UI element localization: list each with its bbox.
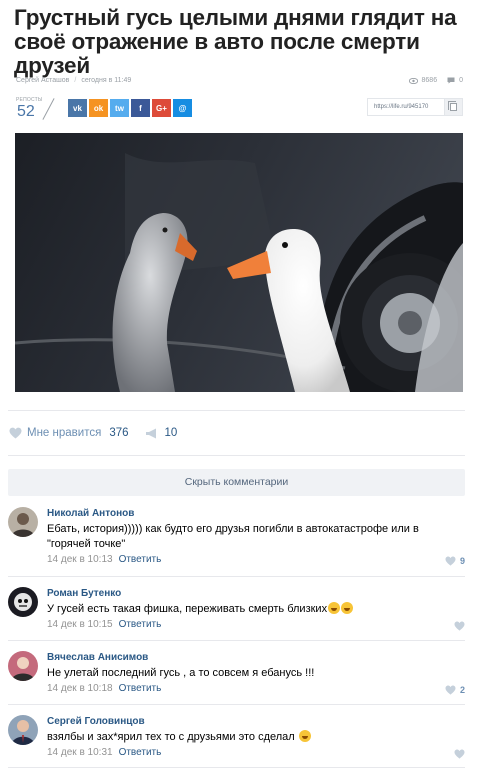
reposts-count: 52 [17, 103, 35, 120]
comment-author[interactable]: Вячеслав Анисимов [47, 652, 148, 663]
comment-text: У гусей есть такая фишка, переживать сме… [47, 602, 461, 617]
comment-date[interactable]: 14 дек в 10:31 [47, 747, 113, 758]
avatar[interactable] [8, 587, 38, 617]
share-email-button[interactable]: @ [173, 99, 192, 117]
heart-icon[interactable] [9, 427, 22, 439]
copy-link-button[interactable] [444, 99, 462, 115]
comment-text: взялбы и зах*ярил тех то с друзьями это … [47, 730, 461, 745]
article-photo [15, 133, 463, 392]
reply-link[interactable]: Ответить [119, 554, 162, 565]
reply-link[interactable]: Ответить [119, 683, 162, 694]
comment-like[interactable] [454, 749, 465, 759]
comment-text: Ебать, история))))) как будто его друзья… [47, 523, 419, 550]
hide-comments-button[interactable]: Скрыть комментарии [8, 469, 465, 496]
share-vk-button[interactable]: vk [68, 99, 87, 117]
comment-like[interactable] [454, 621, 465, 631]
comment-like-count: 9 [459, 556, 465, 566]
comment-item: Вячеслав Анисимов Не улетай последний гу… [8, 651, 465, 701]
laughing-emoji-icon [328, 602, 341, 614]
article-author[interactable]: Сергей Асташов [16, 77, 69, 84]
article-time: сегодня в 11:49 [81, 77, 132, 84]
like-label[interactable]: Мне нравится [27, 427, 101, 439]
share-google-plus-button[interactable]: G+ [152, 99, 171, 117]
heart-icon [454, 749, 465, 759]
article-stats: 8686 0 [408, 77, 463, 84]
comment-author[interactable]: Роман Бутенко [47, 588, 121, 599]
copy-icon [448, 101, 457, 111]
comments-count: 0 [459, 77, 463, 84]
comment-icon [447, 77, 455, 84]
article-meta: Сергей Асташов / сегодня в 11:49 [16, 77, 132, 84]
share-buttons: vk ok tw f G+ @ [68, 99, 192, 117]
reply-link[interactable]: Ответить [119, 747, 162, 758]
comment-meta: 14 дек в 10:18 Ответить [47, 683, 161, 694]
avatar[interactable] [8, 715, 38, 745]
share-facebook-button[interactable]: f [131, 99, 150, 117]
comment-item: Роман Бутенко У гусей есть такая фишка, … [8, 587, 465, 637]
post-actions: Мне нравится 376 10 [9, 427, 177, 439]
comment-meta: 14 дек в 10:13 Ответить [47, 554, 161, 565]
views-count: 8686 [421, 77, 438, 84]
comment-text: Не улетай последний гусь , а то совсем я… [47, 667, 315, 679]
heart-icon [454, 621, 465, 631]
smile-emoji-icon [341, 602, 354, 614]
share-icon[interactable] [145, 428, 159, 439]
reply-link[interactable]: Ответить [119, 619, 162, 630]
avatar[interactable] [8, 507, 38, 537]
comment-author[interactable]: Сергей Головинцов [47, 716, 145, 727]
share-odnoklassniki-button[interactable]: ok [89, 99, 108, 117]
comment-date[interactable]: 14 дек в 10:15 [47, 619, 113, 630]
like-count: 376 [109, 427, 129, 439]
article-url-box[interactable]: https://life.ru/945170 [367, 98, 463, 116]
comment-text-body: У гусей есть такая фишка, переживать сме… [47, 603, 328, 615]
comment-date[interactable]: 14 дек в 10:18 [47, 683, 113, 694]
comment-text-body: взялбы и зах*ярил тех то с друзьями это … [47, 731, 295, 743]
divider [8, 767, 465, 768]
avatar[interactable] [8, 651, 38, 681]
heart-icon [445, 685, 456, 695]
article-url: https://life.ru/945170 [374, 104, 429, 110]
comment-like-count: 2 [459, 685, 465, 695]
eye-icon [408, 77, 418, 84]
divider [8, 455, 465, 456]
divider [8, 640, 465, 641]
article-title: Грустный гусь целыми днями глядит на сво… [14, 5, 457, 78]
divider [8, 410, 465, 411]
comment-meta: 14 дек в 10:15 Ответить [47, 619, 161, 630]
comment-item: Николай Антонов Ебать, история))))) как … [8, 507, 465, 573]
comment-like[interactable]: 9 [445, 556, 465, 566]
share-count: 10 [164, 427, 178, 439]
comment-item: Сергей Головинцов взялбы и зах*ярил тех … [8, 715, 465, 765]
share-twitter-button[interactable]: tw [110, 99, 129, 117]
comment-meta: 14 дек в 10:31 Ответить [47, 747, 161, 758]
comment-like[interactable]: 2 [445, 685, 465, 695]
comment-date[interactable]: 14 дек в 10:13 [47, 554, 113, 565]
divider [8, 704, 465, 705]
comment-author[interactable]: Николай Антонов [47, 508, 134, 519]
divider [8, 576, 465, 577]
divider-slash [42, 98, 55, 120]
heart-icon [445, 556, 456, 566]
grin-emoji-icon [298, 730, 311, 742]
